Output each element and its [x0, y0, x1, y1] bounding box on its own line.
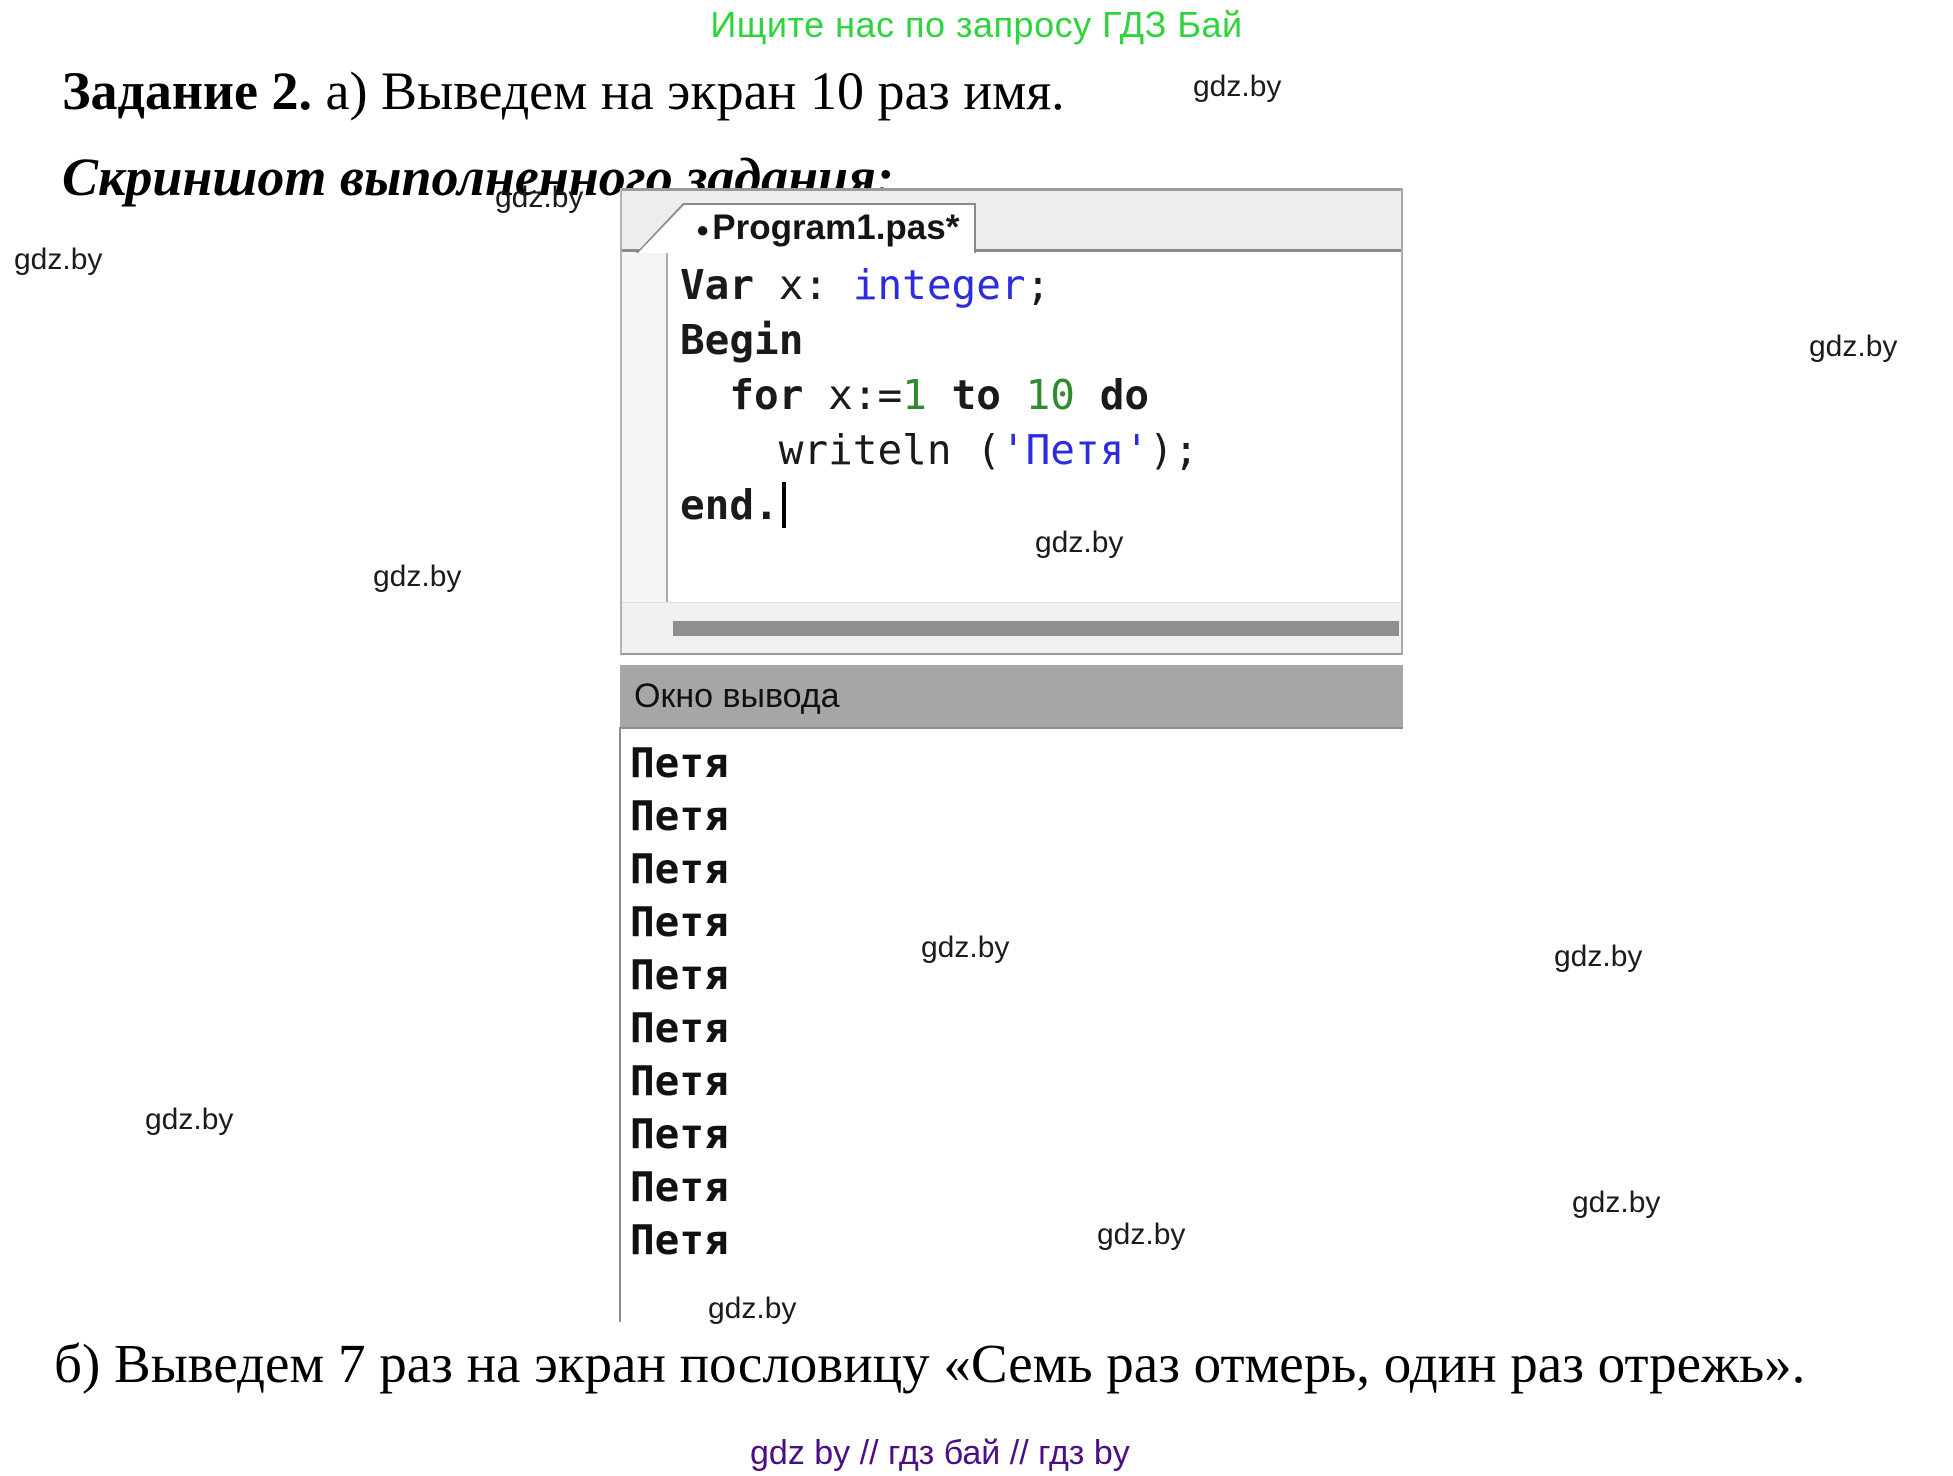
code-line: writeln ('Петя'); — [680, 423, 1198, 478]
gdz-watermark: gdz.by — [1809, 330, 1897, 364]
code-token — [1075, 371, 1100, 419]
task-number-label: Задание 2. — [62, 61, 312, 121]
output-line: Петя — [630, 949, 729, 1002]
code-token: ); — [1149, 426, 1198, 474]
editor-tab-program1[interactable]: ●Program1.pas* — [636, 203, 976, 253]
output-line: Петя — [630, 737, 729, 790]
gdz-watermark: gdz.by — [1554, 940, 1642, 974]
tab-title-text: Program1.pas* — [712, 208, 959, 248]
task-b-text: б) Выведем 7 раз на экран пословицу «Сем… — [54, 1332, 1805, 1395]
output-window: ПетяПетяПетяПетяПетяПетяПетяПетяПетяПетя — [619, 727, 1403, 1322]
output-window-title: Окно вывода — [634, 677, 840, 716]
code-editor[interactable]: Var x: integer;Begin for x:=1 to 10 do w… — [622, 250, 1401, 603]
code-line: for x:=1 to 10 do — [680, 368, 1198, 423]
output-line: Петя — [630, 1161, 729, 1214]
output-line: Петя — [630, 1055, 729, 1108]
code-token: Var — [680, 261, 754, 309]
task-a-text: а) Выведем на экран 10 раз имя. — [312, 61, 1065, 121]
code-editor-panel: ●Program1.pas* Var x: integer;Begin for … — [620, 188, 1403, 655]
code-token: x: — [754, 261, 853, 309]
code-token — [1001, 371, 1026, 419]
gdz-watermark: gdz.by — [14, 243, 102, 277]
output-line: Петя — [630, 790, 729, 843]
code-token: integer — [853, 261, 1026, 309]
code-token — [680, 371, 729, 419]
code-token: 'Петя' — [1001, 426, 1149, 474]
code-line: Var x: integer; — [680, 258, 1198, 313]
code-token: 10 — [1026, 371, 1075, 419]
gdz-watermark: gdz.by — [921, 931, 1009, 965]
task-heading: Задание 2. а) Выведем на экран 10 раз им… — [62, 60, 1065, 122]
output-line: Петя — [630, 1002, 729, 1055]
code-token: writeln ( — [680, 426, 1001, 474]
code-token: x:= — [803, 371, 902, 419]
output-line: Петя — [630, 1214, 729, 1267]
code-token: do — [1100, 371, 1149, 419]
output-line: Петя — [630, 896, 729, 949]
code-token: to — [952, 371, 1001, 419]
code-token: for — [729, 371, 803, 419]
code-token: 1 — [902, 371, 927, 419]
output-window-header: Окно вывода — [620, 665, 1403, 727]
editor-tab-bar: ●Program1.pas* — [622, 188, 1401, 250]
code-block: Var x: integer;Begin for x:=1 to 10 do w… — [680, 258, 1198, 533]
gdz-watermark: gdz.by — [708, 1292, 796, 1326]
gdz-watermark: gdz.by — [1035, 526, 1123, 560]
code-line: Begin — [680, 313, 1198, 368]
code-token: end. — [680, 481, 779, 529]
output-lines: ПетяПетяПетяПетяПетяПетяПетяПетяПетяПетя — [630, 737, 729, 1267]
gdz-watermark: gdz.by — [373, 560, 461, 594]
modified-dot-icon: ● — [696, 219, 709, 241]
code-token: ; — [1026, 261, 1051, 309]
promo-banner: Ищите нас по запросу ГДЗ Бай — [0, 4, 1953, 46]
code-token: Begin — [680, 316, 803, 364]
gdz-watermark: gdz.by — [1097, 1218, 1185, 1252]
horizontal-scrollbar-thumb[interactable] — [673, 621, 1399, 636]
editor-gutter — [622, 250, 668, 603]
output-line: Петя — [630, 1108, 729, 1161]
gdz-watermark: gdz.by — [145, 1103, 233, 1137]
code-line: end. — [680, 478, 1198, 533]
gdz-watermark: gdz.by — [1193, 70, 1281, 104]
output-line: Петя — [630, 843, 729, 896]
horizontal-scrollbar[interactable] — [622, 602, 1401, 653]
code-token — [927, 371, 952, 419]
tab-label: ●Program1.pas* — [696, 203, 959, 253]
text-cursor-icon — [782, 482, 786, 528]
page-root: { "page": { "promo_header": "Ищите нас п… — [0, 0, 1953, 1476]
gdz-watermark: gdz.by — [495, 181, 583, 215]
gdz-watermark: gdz.by — [1572, 1186, 1660, 1220]
footer-tags: gdz by // гдз бай // гдз by — [750, 1434, 1130, 1473]
